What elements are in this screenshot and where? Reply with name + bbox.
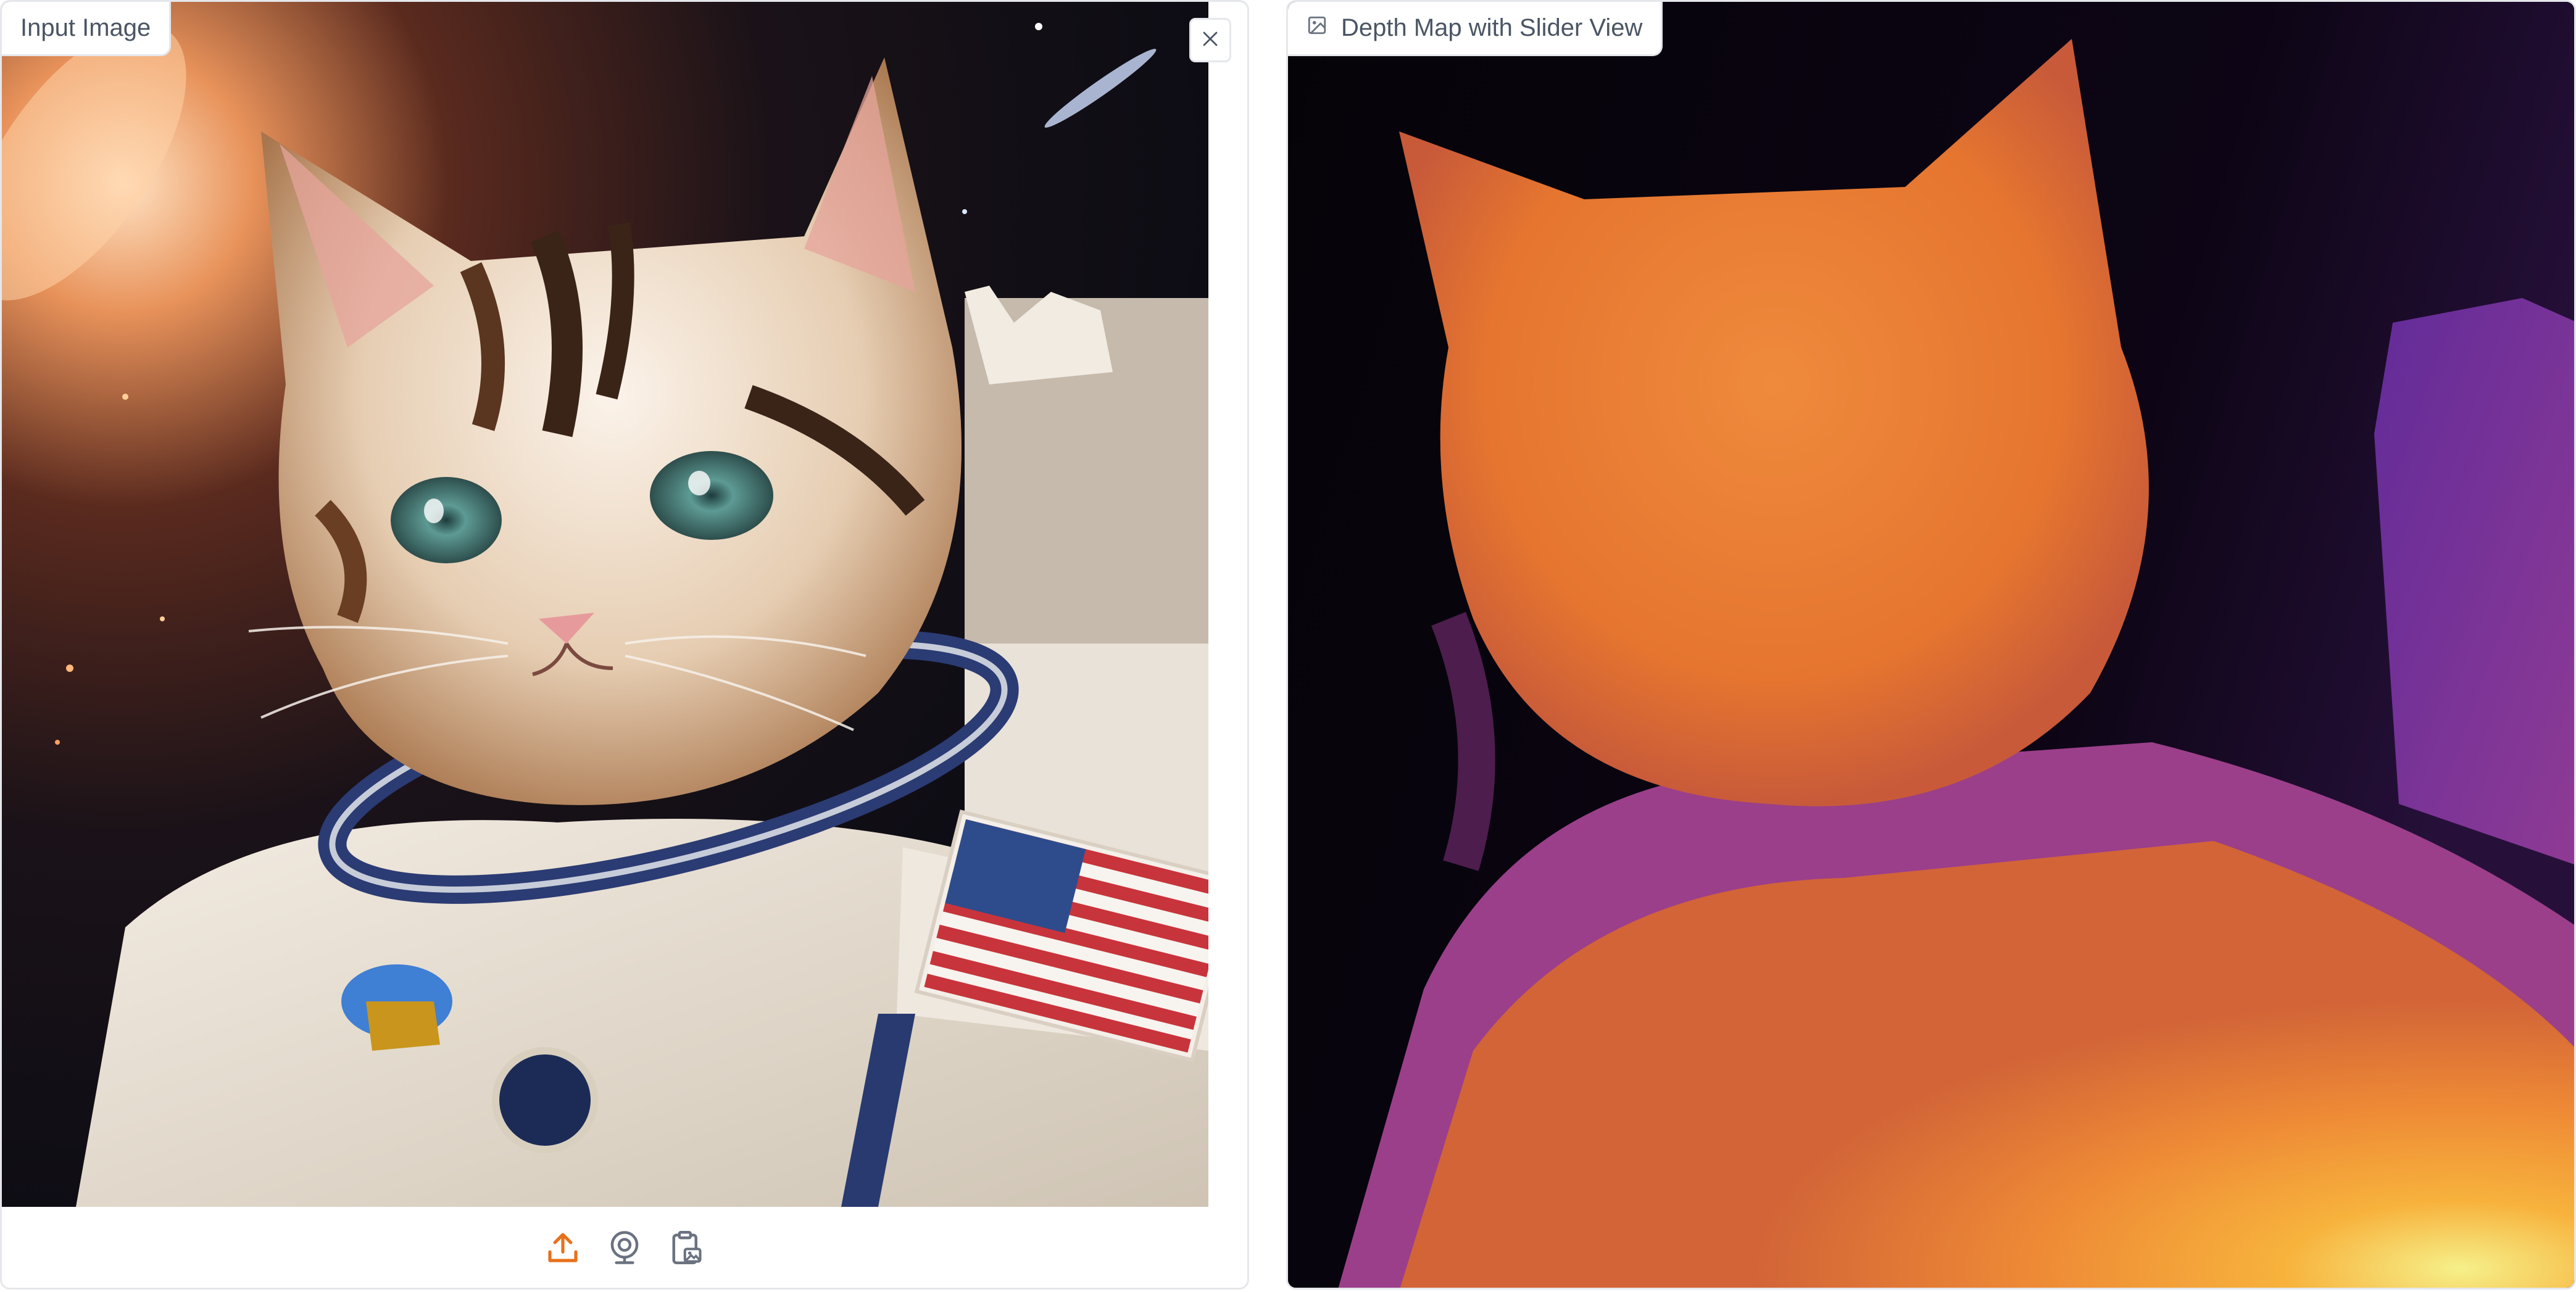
input-image[interactable] — [2, 2, 1208, 1207]
clear-image-button[interactable] — [1189, 18, 1231, 62]
webcam-icon — [608, 1230, 641, 1269]
astronaut-cat-illustration — [2, 2, 1208, 1207]
webcam-button[interactable] — [607, 1230, 642, 1269]
depth-map-image[interactable] — [1288, 2, 2574, 1288]
paste-clipboard-button[interactable] — [669, 1230, 704, 1269]
image-source-toolbar — [2, 1207, 1247, 1288]
upload-button[interactable] — [546, 1230, 580, 1269]
app-root: Input Image Depth Map with Slider View — [0, 0, 2576, 1292]
input-image-label: Input Image — [2, 2, 172, 56]
image-icon — [1307, 14, 1327, 42]
close-icon — [1201, 30, 1219, 51]
input-image-panel: Input Image — [0, 0, 1249, 1290]
depth-map-label-text: Depth Map with Slider View — [1341, 14, 1643, 41]
upload-icon — [546, 1230, 580, 1269]
input-image-label-text: Input Image — [20, 14, 151, 41]
depth-map-label: Depth Map with Slider View — [1288, 2, 1663, 56]
depth-map-panel: Depth Map with Slider View — [1286, 0, 2576, 1290]
clipboard-icon — [670, 1229, 703, 1269]
depth-map-illustration — [1288, 2, 2574, 1288]
